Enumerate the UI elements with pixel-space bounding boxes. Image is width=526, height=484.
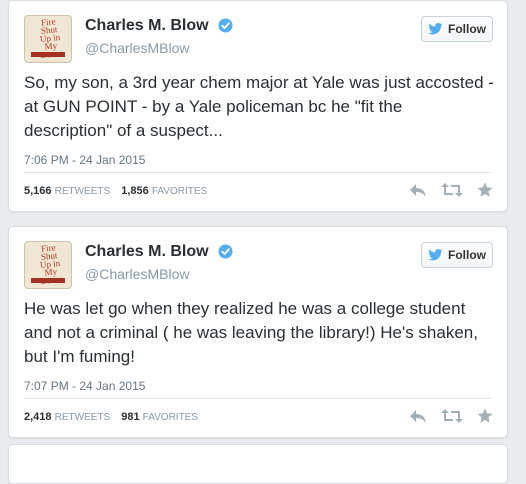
reply-icon bbox=[410, 410, 426, 423]
follow-label: Follow bbox=[448, 22, 486, 36]
avatar[interactable]: Fire Shut Up in My Bones bbox=[24, 241, 72, 289]
divider bbox=[24, 398, 492, 399]
tweet-stats: 2,418 RETWEETS 981 FAVORITES bbox=[24, 411, 206, 423]
retweet-label: RETWEETS bbox=[54, 412, 111, 423]
avatar[interactable]: Fire Shut Up in My Bones bbox=[24, 15, 72, 63]
twitter-bird-icon bbox=[428, 249, 443, 261]
reply-icon bbox=[410, 184, 426, 197]
retweet-button[interactable] bbox=[441, 408, 463, 424]
divider bbox=[24, 172, 492, 173]
tweet-timestamp[interactable]: 7:07 PM - 24 Jan 2015 bbox=[24, 379, 145, 393]
author-handle[interactable]: @CharlesMBlow bbox=[85, 40, 189, 56]
retweet-icon bbox=[441, 409, 463, 423]
follow-button[interactable]: Follow bbox=[421, 242, 493, 268]
favorite-button[interactable] bbox=[477, 408, 493, 424]
favorite-button[interactable] bbox=[477, 182, 493, 198]
verified-icon bbox=[218, 244, 233, 259]
favorite-label: FAVORITES bbox=[142, 412, 199, 423]
favorite-icon bbox=[477, 182, 493, 197]
follow-button[interactable]: Follow bbox=[421, 16, 493, 42]
twitter-bird-icon bbox=[428, 23, 443, 35]
favorite-count[interactable]: 981 bbox=[121, 411, 139, 423]
avatar-cover-strip bbox=[31, 278, 65, 283]
retweet-label: RETWEETS bbox=[54, 186, 111, 197]
retweet-count[interactable]: 2,418 bbox=[24, 411, 52, 423]
reply-button[interactable] bbox=[409, 182, 427, 198]
verified-icon bbox=[218, 18, 233, 33]
author-name[interactable]: Charles M. Blow bbox=[85, 243, 209, 261]
retweet-button[interactable] bbox=[441, 182, 463, 198]
avatar-cover-strip bbox=[31, 52, 65, 57]
tweet-card-partial bbox=[8, 444, 508, 484]
favorite-count[interactable]: 1,856 bbox=[121, 185, 149, 197]
favorite-icon bbox=[477, 408, 493, 423]
author-handle[interactable]: @CharlesMBlow bbox=[85, 266, 189, 282]
author-name[interactable]: Charles M. Blow bbox=[85, 17, 209, 35]
retweet-count[interactable]: 5,166 bbox=[24, 185, 52, 197]
reply-button[interactable] bbox=[409, 408, 427, 424]
tweet-actions bbox=[409, 408, 493, 424]
tweet-text: He was let go when they realized he was … bbox=[24, 299, 478, 366]
retweet-icon bbox=[441, 183, 463, 197]
tweet-card: Fire Shut Up in My Bones Charles M. Blow… bbox=[8, 226, 508, 438]
tweet-text: So, my son, a 3rd year chem major at Yal… bbox=[24, 73, 494, 140]
tweet-actions bbox=[409, 182, 493, 198]
tweet-stats: 5,166 RETWEETS 1,856 FAVORITES bbox=[24, 185, 215, 197]
favorite-label: FAVORITES bbox=[151, 186, 208, 197]
follow-label: Follow bbox=[448, 248, 486, 262]
tweet-card: Fire Shut Up in My Bones Charles M. Blow… bbox=[8, 0, 508, 212]
tweet-timestamp[interactable]: 7:06 PM - 24 Jan 2015 bbox=[24, 153, 145, 167]
